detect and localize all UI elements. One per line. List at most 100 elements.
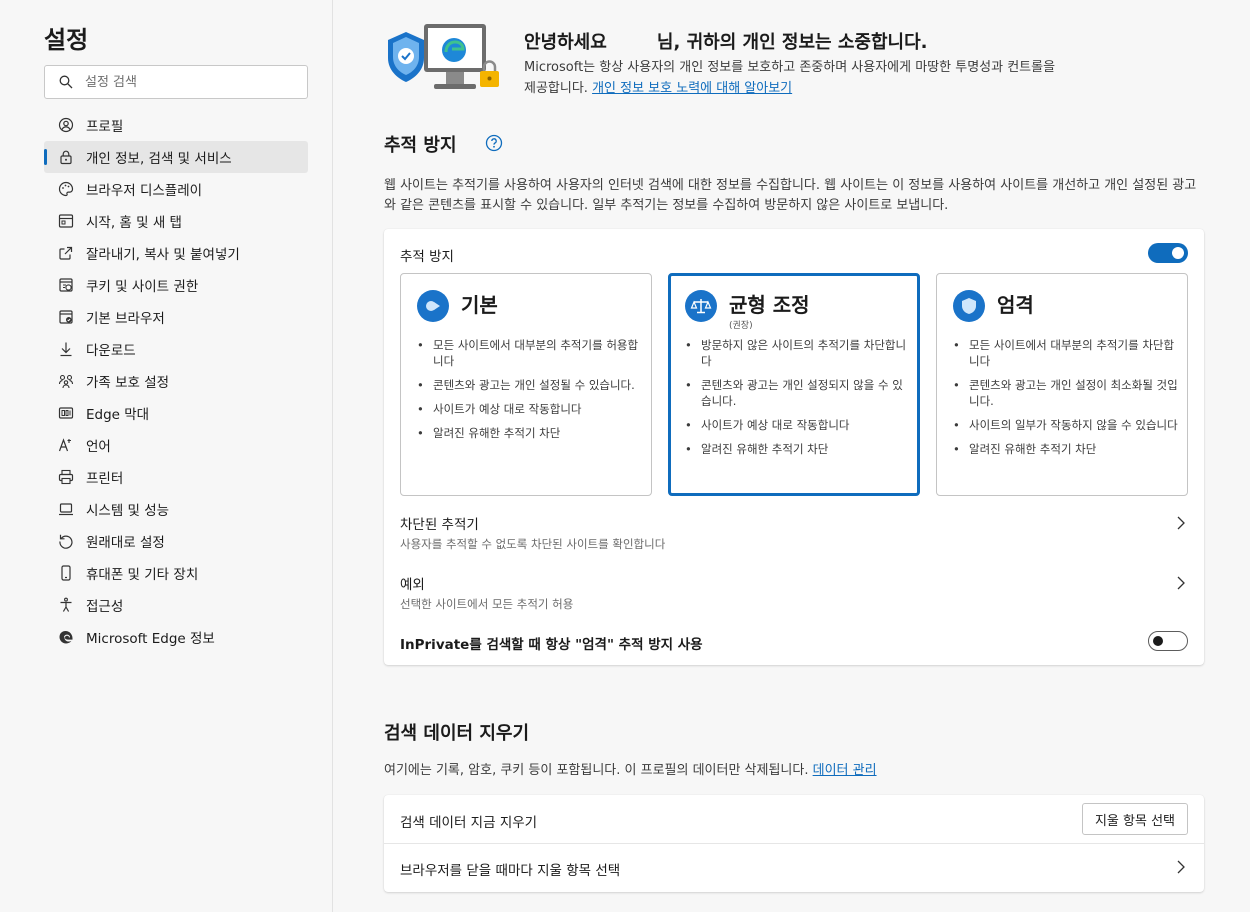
help-icon[interactable]	[485, 134, 503, 152]
clear-data-section-title: 검색 데이터 지우기	[384, 723, 530, 744]
sidebar-item-share-copy-paste[interactable]: 잘라내기, 복사 및 붙여넣기	[44, 237, 308, 269]
list-item: 알려진 유해한 추적기 차단	[417, 425, 642, 441]
laptop-icon	[58, 501, 74, 517]
sidebar-item-printers[interactable]: 프린터	[44, 461, 308, 493]
exceptions-subtitle: 선택한 사이트에서 모든 추적기 허용	[400, 597, 574, 611]
sidebar-item-label: 원래대로 설정	[86, 535, 165, 551]
chevron-right-icon	[1177, 576, 1185, 590]
shield-icon	[953, 290, 985, 322]
list-item: 사이트가 예상 대로 작동합니다	[685, 417, 910, 433]
exceptions-row[interactable]: 예외 선택한 사이트에서 모든 추적기 허용	[384, 565, 1204, 623]
palette-icon	[58, 181, 74, 197]
sidebar-item-downloads[interactable]: 다운로드	[44, 333, 308, 365]
clear-data-card: 검색 데이터 지금 지우기 지울 항목 선택 브라우저를 닫을 때마다 지울 항…	[384, 795, 1204, 892]
sidebar-item-label: 시스템 및 성능	[86, 503, 170, 519]
basic-title: 기본	[461, 293, 498, 317]
sidebar-item-label: Edge 막대	[86, 407, 150, 423]
tracking-option-strict[interactable]: 엄격 모든 사이트에서 대부분의 추적기를 차단합니다 콘텐츠와 광고는 개인 …	[936, 273, 1188, 496]
blocked-trackers-subtitle: 사용자를 추적할 수 없도록 차단된 사이트를 확인합니다	[400, 537, 666, 551]
tracking-toggle[interactable]	[1148, 243, 1188, 263]
sidebar-item-label: 기본 브라우저	[86, 311, 165, 327]
edge-logo-icon	[58, 629, 74, 645]
settings-search[interactable]	[44, 65, 308, 99]
clear-data-desc-text: 여기에는 기록, 암호, 쿠키 등이 포함됩니다. 이 프로필의 데이터만 삭제…	[384, 763, 809, 778]
sidebar-item-system[interactable]: 시스템 및 성능	[44, 493, 308, 525]
sidebar-item-default-browser[interactable]: 기본 브라우저	[44, 301, 308, 333]
sidebar-item-label: 프로필	[86, 119, 124, 135]
clear-now-label: 검색 데이터 지금 지우기	[400, 815, 538, 831]
sidebar-item-cookies[interactable]: 쿠키 및 사이트 권한	[44, 269, 308, 301]
tracking-option-balanced[interactable]: 균형 조정 (권장) 방문하지 않은 사이트의 추적기를 차단합니다 콘텐츠와 …	[668, 273, 920, 496]
accessibility-icon	[58, 597, 74, 613]
list-item: 알려진 유해한 추적기 차단	[685, 441, 910, 457]
list-item: 콘텐츠와 광고는 개인 설정이 최소화될 것입니다.	[953, 377, 1178, 409]
list-item: 콘텐츠와 광고는 개인 설정되지 않을 수 있습니다.	[685, 377, 910, 409]
sidebar-item-privacy[interactable]: 개인 정보, 검색 및 서비스	[44, 141, 308, 173]
basic-bullets: 모든 사이트에서 대부분의 추적기를 허용합니다 콘텐츠와 광고는 개인 설정될…	[417, 337, 642, 449]
manage-data-link[interactable]: 데이터 관리	[813, 763, 877, 778]
sidebar-item-phone[interactable]: 휴대폰 및 기타 장치	[44, 557, 308, 589]
cookie-icon	[58, 277, 74, 293]
balanced-bullets: 방문하지 않은 사이트의 추적기를 차단합니다 콘텐츠와 광고는 개인 설정되지…	[685, 337, 910, 465]
clear-on-close-label: 브라우저를 닫을 때마다 지울 항목 선택	[400, 863, 621, 879]
sidebar-item-display[interactable]: 브라우저 디스플레이	[44, 173, 308, 205]
basic-icon	[417, 290, 449, 322]
download-icon	[58, 341, 74, 357]
phone-icon	[58, 565, 74, 581]
sidebar-item-label: 개인 정보, 검색 및 서비스	[86, 151, 232, 167]
sidebar-item-start-home[interactable]: 시작, 홈 및 새 탭	[44, 205, 308, 237]
tracking-option-basic[interactable]: 기본 모든 사이트에서 대부분의 추적기를 허용합니다 콘텐츠와 광고는 개인 …	[400, 273, 652, 496]
choose-what-to-clear-button[interactable]: 지울 항목 선택	[1081, 803, 1188, 835]
profile-icon	[58, 117, 74, 133]
chevron-right-icon	[1177, 516, 1185, 530]
sidebar-item-label: 시작, 홈 및 새 탭	[86, 215, 182, 231]
sidebar-item-label: 브라우저 디스플레이	[86, 183, 203, 199]
sidebar-item-profile[interactable]: 프로필	[44, 109, 308, 141]
exceptions-title: 예외	[400, 577, 425, 593]
sidebar-item-languages[interactable]: 언어	[44, 429, 308, 461]
sidebar-item-label: Microsoft Edge 정보	[86, 631, 215, 647]
sidebar-item-edge-bar[interactable]: Edge 막대	[44, 397, 308, 429]
list-item: 방문하지 않은 사이트의 추적기를 차단합니다	[685, 337, 910, 369]
tracking-toggle-label: 추적 방지	[400, 249, 454, 265]
sidebar-item-label: 프린터	[86, 471, 124, 487]
lock-icon	[58, 149, 74, 165]
inprivate-strict-toggle[interactable]	[1148, 631, 1188, 651]
sidebar-item-family[interactable]: 가족 보호 설정	[44, 365, 308, 397]
blocked-trackers-row[interactable]: 차단된 추적기 사용자를 추적할 수 없도록 차단된 사이트를 확인합니다	[384, 505, 1204, 563]
family-icon	[58, 373, 74, 389]
default-browser-icon	[58, 309, 74, 325]
privacy-learn-more-link[interactable]: 개인 정보 보호 노력에 대해 알아보기	[592, 81, 792, 96]
sidebar-item-label: 가족 보호 설정	[86, 375, 170, 391]
balance-scale-icon	[685, 290, 717, 322]
sidebar-item-label: 쿠키 및 사이트 권한	[86, 279, 199, 295]
edge-bar-icon	[58, 405, 74, 421]
balanced-recommended: (권장)	[729, 321, 753, 331]
search-icon	[59, 75, 73, 89]
strict-bullets: 모든 사이트에서 대부분의 추적기를 차단합니다 콘텐츠와 광고는 개인 설정이…	[953, 337, 1178, 465]
sidebar-item-label: 접근성	[86, 599, 124, 615]
sidebar-title: 설정	[44, 26, 89, 54]
sidebar-item-about-edge[interactable]: Microsoft Edge 정보	[44, 621, 308, 653]
balanced-title: 균형 조정	[729, 293, 810, 317]
home-tab-icon	[58, 213, 74, 229]
clear-on-close-row[interactable]: 브라우저를 닫을 때마다 지울 항목 선택	[384, 844, 1204, 892]
list-item: 콘텐츠와 광고는 개인 설정될 수 있습니다.	[417, 377, 642, 393]
sidebar-nav: 프로필 개인 정보, 검색 및 서비스 브라우저 디스플레이 시작, 홈 및 새…	[44, 109, 308, 653]
language-icon	[58, 437, 74, 453]
tracking-section-title: 추적 방지	[384, 135, 457, 156]
sidebar-item-reset[interactable]: 원래대로 설정	[44, 525, 308, 557]
privacy-illustration	[388, 24, 499, 89]
hero-description: Microsoft는 항상 사용자의 개인 정보를 보호하고 존중하며 사용자에…	[524, 57, 1064, 99]
tracking-description: 웹 사이트는 추적기를 사용하여 사용자의 인터넷 검색에 대한 정보를 수집합…	[384, 178, 1197, 213]
sidebar-item-accessibility[interactable]: 접근성	[44, 589, 308, 621]
sidebar-item-label: 잘라내기, 복사 및 붙여넣기	[86, 247, 240, 263]
search-input[interactable]	[85, 74, 285, 90]
list-item: 모든 사이트에서 대부분의 추적기를 차단합니다	[953, 337, 1178, 369]
chevron-right-icon	[1177, 860, 1185, 874]
sidebar-item-label: 언어	[86, 439, 111, 455]
reset-icon	[58, 533, 74, 549]
sidebar-item-label: 휴대폰 및 기타 장치	[86, 567, 199, 583]
list-item: 사이트가 예상 대로 작동합니다	[417, 401, 642, 417]
settings-content: 안녕하세요 님, 귀하의 개인 정보는 소중합니다. Microsoft는 항상…	[334, 0, 1250, 912]
